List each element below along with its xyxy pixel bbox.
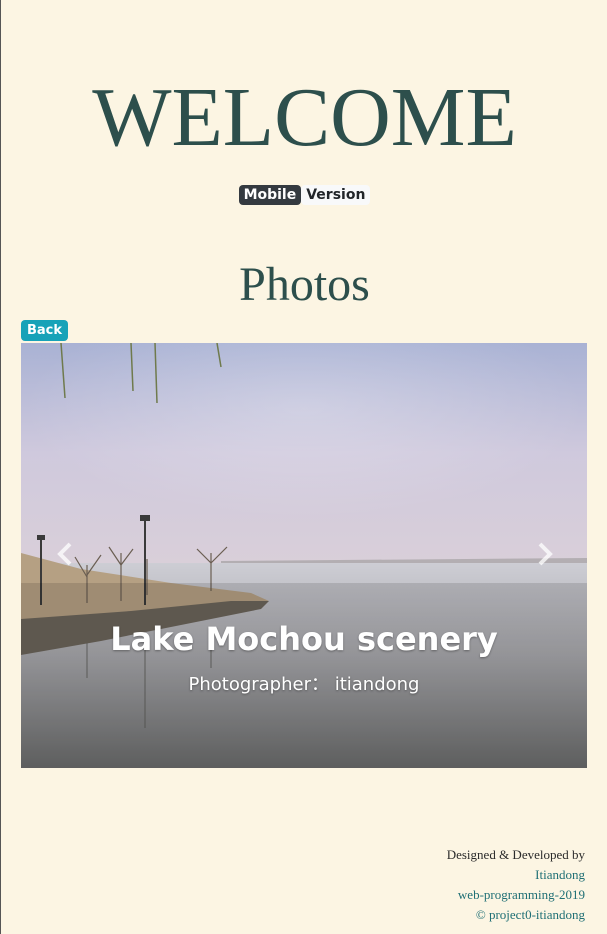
welcome-heading: WELCOME [92,71,517,164]
back-button[interactable]: Back [21,320,69,341]
slide-subtitle: Photographer： itiandong [188,674,420,695]
chevron-right-icon[interactable] [529,539,559,569]
version-label: Version [301,185,371,205]
footer-project-link[interactable]: © project0-itiandong [447,905,585,925]
photo-carousel[interactable]: Lake Mochou scenery Photographer： itiand… [21,343,587,768]
page-title: Photos [239,258,370,311]
chevron-left-icon[interactable] [51,539,81,569]
footer-course-link[interactable]: web-programming-2019 [447,885,585,905]
mobile-badge: Mobile [238,185,302,205]
footer-credit: Designed & Developed by [446,847,585,862]
slide-title: Lake Mochou scenery [110,620,498,658]
version-indicator: Mobile Version [1,185,607,205]
lake-photo [21,343,587,768]
footer: Designed & Developed by Itiandong web-pr… [447,845,585,925]
footer-author-link[interactable]: Itiandong [447,865,585,885]
